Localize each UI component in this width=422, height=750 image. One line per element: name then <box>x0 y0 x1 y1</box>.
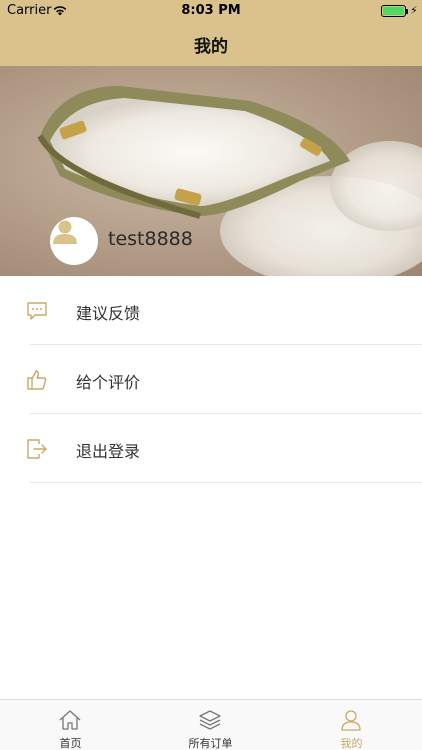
tab-bar: 首页 所有订单 我的 <box>0 699 422 750</box>
menu-item-label: 给个评价 <box>76 373 141 392</box>
tab-home[interactable]: 首页 <box>0 700 141 750</box>
battery-icon <box>381 5 406 17</box>
user-avatar-icon <box>53 220 77 244</box>
charging-icon: ⚡ <box>410 4 418 17</box>
person-icon <box>341 710 361 731</box>
menu-item-rate[interactable]: 给个评价 <box>27 345 422 414</box>
chat-bubble-icon <box>27 302 47 320</box>
top-header: Carrier 8:03 PM ⚡ 我的 <box>0 0 422 66</box>
tab-label: 所有订单 <box>188 737 233 750</box>
tab-orders[interactable]: 所有订单 <box>140 700 281 750</box>
clock: 8:03 PM <box>181 3 241 18</box>
tab-mine[interactable]: 我的 <box>281 700 422 750</box>
logout-icon <box>27 439 47 459</box>
home-icon <box>59 710 81 730</box>
avatar[interactable] <box>50 217 98 265</box>
tab-label: 首页 <box>59 737 82 750</box>
status-bar: Carrier 8:03 PM ⚡ <box>0 0 422 22</box>
username: test8888 <box>108 228 193 250</box>
menu-item-logout[interactable]: 退出登录 <box>27 414 422 483</box>
thumbs-up-icon <box>27 370 47 390</box>
layers-icon <box>199 710 221 730</box>
menu-item-label: 退出登录 <box>76 442 141 461</box>
menu-item-label: 建议反馈 <box>76 304 141 323</box>
menu-item-feedback[interactable]: 建议反馈 <box>27 276 422 345</box>
tab-label: 我的 <box>340 737 363 750</box>
battery-tip <box>406 9 408 14</box>
settings-menu: 建议反馈 给个评价 退出登录 <box>0 276 422 483</box>
profile-banner: test8888 <box>0 66 422 276</box>
page-title: 我的 <box>194 37 228 57</box>
